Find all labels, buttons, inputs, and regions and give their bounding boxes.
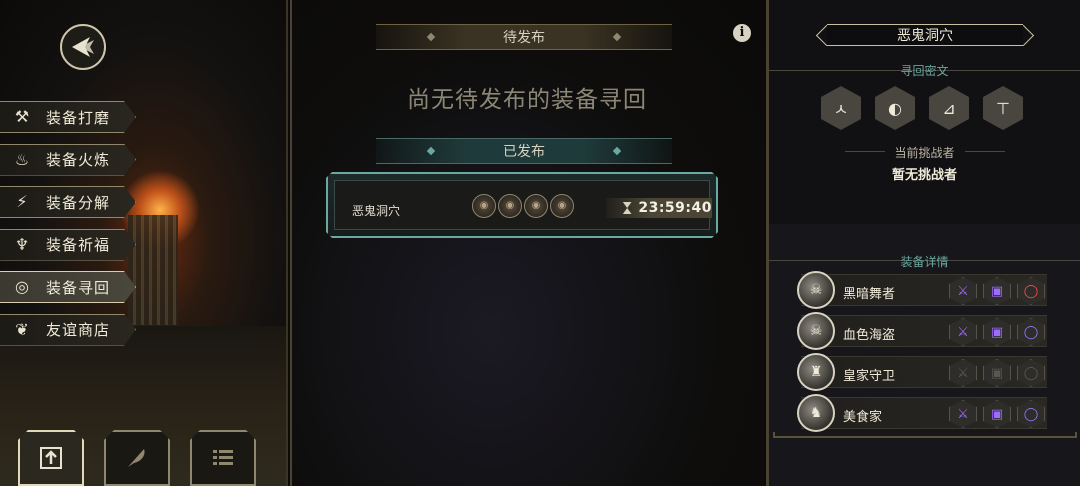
hero-row[interactable]: ♜ 皇家守卫 ⚔ ▣ ◯	[797, 353, 1047, 391]
bottom-tabs	[18, 430, 256, 486]
published-header: 已发布	[376, 138, 672, 164]
hammer-icon: ⚒	[14, 107, 30, 126]
dungeon-title-label: 恶鬼洞穴	[897, 28, 953, 44]
rune-icon: ◐	[875, 86, 915, 130]
published-quest-card[interactable]: 恶鬼洞穴 ◉ ◉ ◉ ◉ 23:59:40	[326, 172, 718, 238]
tab-list[interactable]	[190, 430, 256, 486]
tab-quill[interactable]	[104, 430, 170, 486]
hero-row[interactable]: ☠ 黑暗舞者 ⚔ ▣ ◯	[797, 271, 1047, 309]
rune-icon: ㅅ	[821, 86, 861, 130]
hero-name: 美食家	[843, 410, 883, 425]
diamond-ornament	[612, 32, 622, 42]
equipment-slots: ⚔ ▣ ◯	[949, 359, 1045, 387]
menu-item-forge[interactable]: ♨ 装备火炼	[0, 143, 136, 176]
back-arrow-icon	[72, 37, 94, 57]
hero-portrait: ♜	[797, 353, 835, 391]
dungeon-title: 恶鬼洞穴	[827, 24, 1023, 46]
hero-row[interactable]: ☠ 血色海盗 ⚔ ▣ ◯	[797, 312, 1047, 350]
list-icon	[213, 450, 233, 465]
sword-icon[interactable]: ⚔	[949, 400, 977, 428]
disassemble-icon: ⚡	[16, 192, 28, 211]
ring-icon[interactable]: ◯	[1017, 318, 1045, 346]
challenger-value: 暂无挑战者	[891, 168, 957, 183]
beast-icon: ◉	[472, 194, 496, 218]
menu-item-label: 友谊商店	[46, 321, 111, 339]
hero-portrait: ♞	[797, 394, 835, 432]
hero-row[interactable]: ♞ 美食家 ⚔ ▣ ◯	[797, 394, 1047, 432]
hero-name: 皇家守卫	[843, 369, 896, 384]
published-header-label: 已发布	[503, 144, 545, 160]
boar-icon: ◉	[550, 194, 574, 218]
runes-label: 寻回密文	[900, 64, 949, 78]
fox-icon: ❦	[15, 319, 29, 339]
target-icon: ◎	[15, 277, 29, 296]
menu-item-polish[interactable]: ⚒ 装备打磨	[0, 101, 136, 133]
detail-panel: 恶鬼洞穴 寻回密文 ㅅ ◐ ⊿ ⊤ 当前挑战者 暂无挑战者 装备详情 ☠ 黑暗舞…	[766, 0, 1080, 486]
diamond-ornament	[612, 146, 622, 156]
armor-icon[interactable]: ▣	[983, 318, 1011, 346]
hourglass-icon	[622, 201, 632, 215]
upload-icon	[40, 447, 62, 469]
quest-timer: 23:59:40	[606, 198, 712, 218]
menu-item-disassemble[interactable]: ⚡ 装备分解	[0, 186, 136, 218]
back-button[interactable]	[60, 24, 106, 70]
equipment-slots: ⚔ ▣ ◯	[949, 318, 1045, 346]
ring-icon[interactable]: ◯	[1017, 400, 1045, 428]
timer-value: 23:59:40	[638, 200, 712, 216]
menu-item-label: 装备打磨	[46, 108, 111, 127]
menu-item-label: 装备分解	[46, 193, 111, 212]
challenger-label: 当前挑战者	[894, 146, 955, 160]
armor-icon[interactable]: ▣	[983, 359, 1011, 387]
rune-icon: ⊤	[983, 86, 1023, 130]
empty-pending-message: 尚无待发布的装备寻回	[407, 87, 647, 113]
diamond-ornament	[426, 32, 436, 42]
menu-item-label: 装备火炼	[46, 151, 111, 169]
hero-portrait: ☠	[797, 271, 835, 309]
board-border	[290, 0, 764, 486]
hero-name: 血色海盗	[843, 328, 896, 343]
menu-item-label: 装备寻回	[46, 278, 111, 297]
info-icon[interactable]: i	[733, 24, 751, 42]
sword-icon[interactable]: ⚔	[949, 318, 977, 346]
side-menu: ⚒ 装备打磨 ♨ 装备火炼 ⚡ 装备分解 ♆ 装备祈福 ◎ 装备寻回 ❦ 友谊商…	[0, 101, 138, 356]
menu-item-friend-shop[interactable]: ❦ 友谊商店	[0, 313, 136, 346]
pending-header: 待发布	[376, 24, 672, 50]
hero-name: 黑暗舞者	[843, 287, 896, 302]
armor-icon[interactable]: ▣	[983, 400, 1011, 428]
bless-icon: ♆	[14, 234, 30, 254]
diamond-ornament	[426, 146, 436, 156]
sword-icon[interactable]: ⚔	[949, 277, 977, 305]
menu-item-retrieve[interactable]: ◎ 装备寻回	[0, 271, 136, 303]
equipment-slots: ⚔ ▣ ◯	[949, 400, 1045, 428]
armor-icon[interactable]: ▣	[983, 277, 1011, 305]
feather-icon	[128, 449, 145, 467]
rune-row: ㅅ ◐ ⊿ ⊤	[821, 86, 1023, 130]
rune-icon: ⊿	[929, 86, 969, 130]
details-label: 装备详情	[900, 255, 949, 269]
left-scene: ⚒ 装备打磨 ♨ 装备火炼 ⚡ 装备分解 ♆ 装备祈福 ◎ 装备寻回 ❦ 友谊商…	[0, 0, 288, 486]
tab-publish[interactable]	[18, 430, 84, 486]
menu-item-bless[interactable]: ♆ 装备祈福	[0, 228, 136, 261]
quest-heroes: ◉ ◉ ◉ ◉	[472, 194, 574, 218]
ring-icon[interactable]: ◯	[1017, 359, 1045, 387]
quest-name: 恶鬼洞穴	[352, 204, 401, 218]
retrieve-board: 待发布 i 尚无待发布的装备寻回 已发布 恶鬼洞穴 ◉ ◉ ◉ ◉ 23:59:…	[290, 0, 764, 486]
hero-portrait: ☠	[797, 312, 835, 350]
pending-header-label: 待发布	[503, 30, 545, 46]
lizard-icon: ◉	[498, 194, 522, 218]
skull-icon: ◉	[524, 194, 548, 218]
sword-icon[interactable]: ⚔	[949, 359, 977, 387]
menu-item-label: 装备祈福	[46, 236, 111, 254]
ring-icon[interactable]: ◯	[1017, 277, 1045, 305]
flame-icon: ♨	[14, 149, 30, 169]
equipment-slots: ⚔ ▣ ◯	[949, 277, 1045, 305]
panel-frame	[773, 432, 1077, 438]
